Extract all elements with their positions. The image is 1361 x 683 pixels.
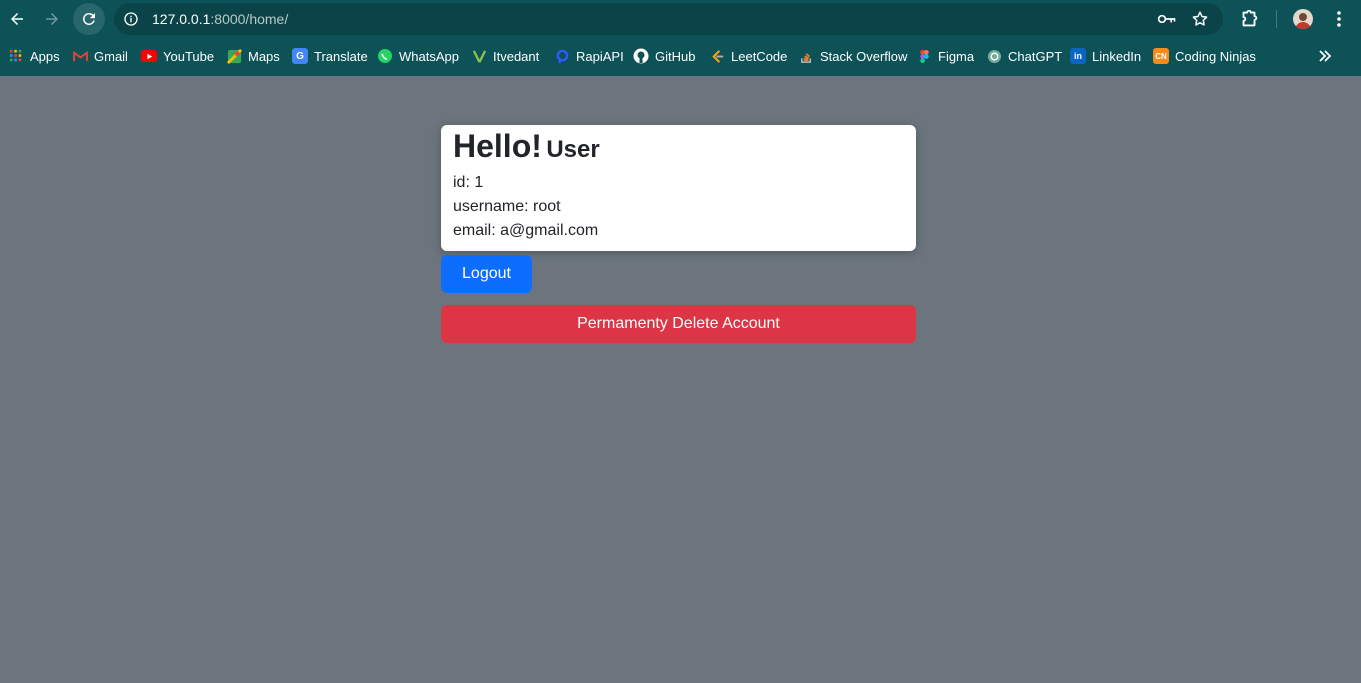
reload-icon	[82, 12, 95, 25]
bookmark-label: LeetCode	[731, 48, 788, 64]
delete-account-button[interactable]: Permamenty Delete Account	[441, 305, 916, 343]
bookmark-label: RapiAPI	[576, 48, 624, 64]
bookmark-rapiapi[interactable]: RapiAPI	[554, 44, 624, 68]
bookmark-github[interactable]: GitHub	[633, 44, 695, 68]
whatsapp-icon	[377, 48, 393, 64]
bookmark-figma[interactable]: Figma	[916, 44, 974, 68]
itvedant-icon	[471, 48, 487, 64]
kebab-menu-icon[interactable]	[1329, 9, 1349, 29]
chevron-double-right-icon[interactable]	[1316, 47, 1334, 65]
address-bar[interactable]: 127.0.0.1:8000/home/	[114, 3, 1223, 35]
arrow-right-icon	[46, 13, 58, 25]
bookmark-maps[interactable]: Maps	[226, 44, 280, 68]
bookmark-label: Stack Overflow	[820, 48, 908, 64]
url-host: 127.0.0.1	[152, 11, 211, 27]
bookmark-itvedant[interactable]: Itvedant	[471, 44, 539, 68]
user-id-text: id: 1	[453, 174, 484, 191]
maps-icon	[226, 48, 242, 64]
bookmark-label: Apps	[30, 48, 60, 64]
bookmark-coding-ninjas[interactable]: CN Coding Ninjas	[1153, 44, 1256, 68]
bookmark-label: GitHub	[655, 48, 696, 64]
bookmark-label: Maps	[248, 48, 280, 64]
user-name-text: User	[546, 136, 600, 163]
page-title: Hello! User	[453, 128, 600, 165]
bookmark-label: YouTube	[163, 48, 215, 64]
forward-button[interactable]	[36, 3, 68, 35]
bookmark-label: Gmail	[94, 48, 128, 64]
username-text: username: root	[453, 198, 561, 215]
bookmarks-bar: Apps Gmail YouTube Maps G Translate What…	[0, 44, 1361, 68]
apps-grid-icon	[8, 48, 24, 64]
extensions-puzzle-icon[interactable]	[1238, 8, 1260, 30]
logout-button[interactable]: Logout	[441, 255, 532, 293]
stackoverflow-icon	[798, 48, 814, 64]
arrow-left-icon	[11, 13, 23, 25]
bookmark-label: Translate	[314, 48, 368, 64]
reload-button[interactable]	[73, 3, 105, 35]
bookmark-apps[interactable]: Apps	[8, 44, 60, 68]
toolbar-divider	[1276, 10, 1277, 28]
url-path: :8000/home/	[210, 11, 289, 27]
bookmark-label: Coding Ninjas	[1175, 48, 1256, 64]
translate-icon: G	[292, 48, 308, 64]
user-profile-card: Hello! User id: 1 username: root email: …	[441, 125, 916, 251]
chatgpt-icon	[986, 48, 1002, 64]
bookmark-youtube[interactable]: YouTube	[141, 44, 214, 68]
browser-toolbar: 127.0.0.1:8000/home/	[0, 0, 1361, 38]
avatar-person-icon	[1295, 13, 1311, 29]
bookmark-gmail[interactable]: Gmail	[72, 44, 128, 68]
browser-chrome: 127.0.0.1:8000/home/ Apps Gmail YouTube	[0, 0, 1361, 76]
bookmark-label: Figma	[938, 48, 975, 64]
bookmark-label: ChatGPT	[1008, 48, 1063, 64]
bookmark-star-icon[interactable]	[1191, 10, 1209, 28]
bookmark-linkedin[interactable]: in LinkedIn	[1070, 44, 1141, 68]
back-button[interactable]	[1, 3, 33, 35]
greeting-text: Hello!	[453, 128, 542, 164]
bookmark-stackoverflow[interactable]: Stack Overflow	[798, 44, 907, 68]
coding-ninjas-icon: CN	[1153, 48, 1169, 64]
site-info-icon[interactable]	[123, 11, 139, 27]
bookmark-chatgpt[interactable]: ChatGPT	[986, 44, 1062, 68]
bookmark-leetcode[interactable]: LeetCode	[709, 44, 787, 68]
youtube-icon	[141, 50, 157, 62]
gmail-icon	[72, 48, 88, 64]
rapidapi-icon	[554, 48, 570, 64]
github-icon	[633, 48, 649, 64]
password-key-icon[interactable]	[1157, 11, 1177, 27]
profile-avatar[interactable]	[1293, 9, 1313, 29]
figma-icon	[916, 48, 932, 64]
linkedin-icon: in	[1070, 48, 1086, 64]
bookmark-label: LinkedIn	[1092, 48, 1142, 64]
bookmark-label: WhatsApp	[399, 48, 459, 64]
url-text[interactable]: 127.0.0.1:8000/home/	[152, 11, 288, 27]
leetcode-icon	[709, 48, 725, 64]
email-text: email: a@gmail.com	[453, 222, 599, 239]
bookmark-label: Itvedant	[493, 48, 540, 64]
bookmark-whatsapp[interactable]: WhatsApp	[377, 44, 459, 68]
bookmark-translate[interactable]: G Translate	[292, 44, 368, 68]
